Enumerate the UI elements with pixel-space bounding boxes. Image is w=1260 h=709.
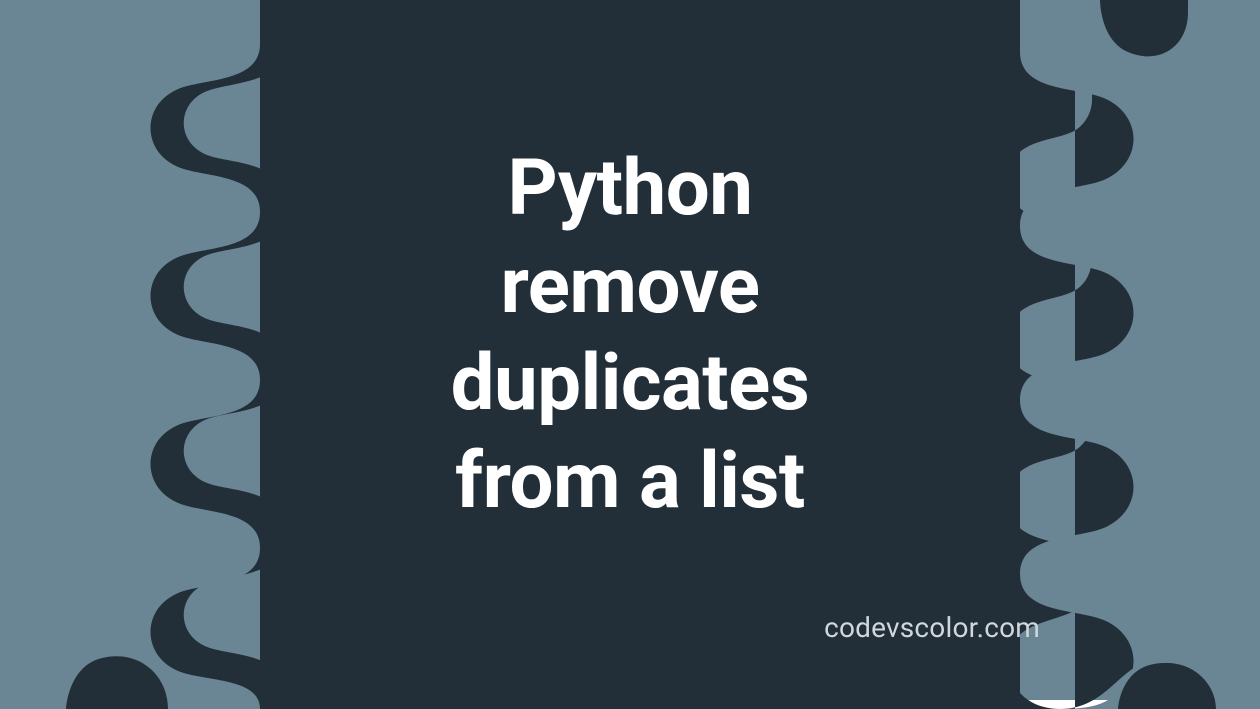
graphic-title: Pythonremoveduplicatesfrom a list <box>0 140 1260 530</box>
graphic-footer: codevscolor.com <box>824 611 1040 644</box>
hero-graphic: Pythonremoveduplicatesfrom a list codevs… <box>0 0 1260 709</box>
